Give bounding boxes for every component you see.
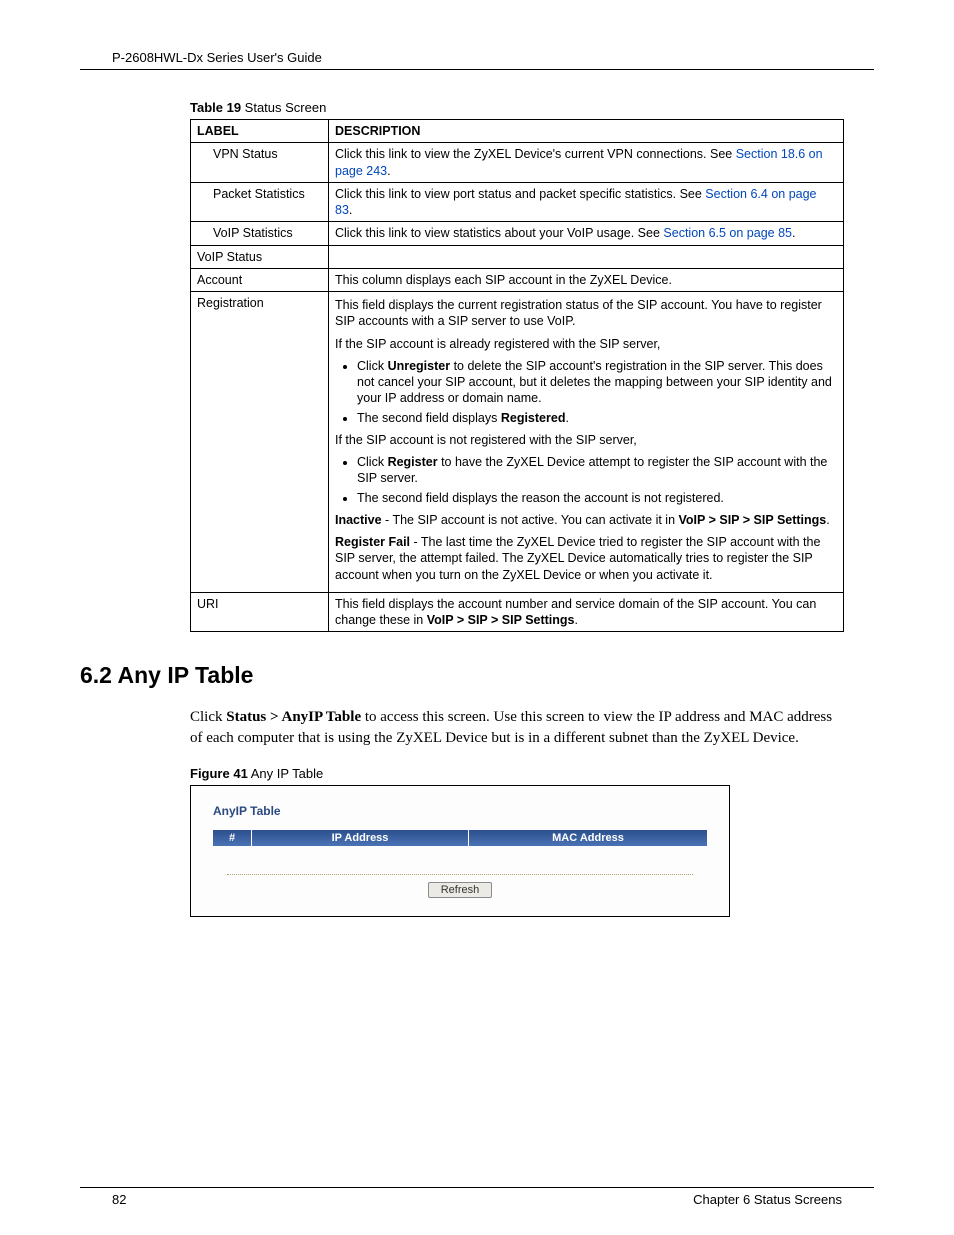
table-row: Registration This field displays the cur…	[191, 292, 844, 593]
table-row: URI This field displays the account numb…	[191, 592, 844, 632]
section-heading-6-2: 6.2 Any IP Table	[80, 662, 874, 689]
text-bold: VoIP > SIP > SIP Settings	[427, 613, 575, 627]
table-row: VPN Status Click this link to view the Z…	[191, 143, 844, 183]
list-item: The second field displays Registered.	[357, 410, 837, 426]
text-bold: Register Fail	[335, 535, 410, 549]
page-number: 82	[112, 1192, 126, 1207]
text: The second field displays	[357, 411, 501, 425]
page: P-2608HWL-Dx Series User's Guide Table 1…	[0, 0, 954, 1235]
status-table: LABEL DESCRIPTION VPN Status Click this …	[190, 119, 844, 632]
text: .	[565, 411, 568, 425]
list-item: The second field displays the reason the…	[357, 490, 837, 506]
text: Inactive - The SIP account is not active…	[335, 512, 837, 528]
table-row: Account This column displays each SIP ac…	[191, 268, 844, 291]
text: Click this link to view statistics about…	[335, 226, 663, 240]
col-number-header: #	[213, 830, 252, 846]
figure41-caption-rest: Any IP Table	[248, 766, 323, 781]
text: .	[792, 226, 795, 240]
desc-voip-statistics: Click this link to view statistics about…	[329, 222, 844, 245]
text-bold: Unregister	[388, 359, 451, 373]
refresh-row: Refresh	[213, 881, 707, 898]
col-desc-header: DESCRIPTION	[329, 120, 844, 143]
list: Click Unregister to delete the SIP accou…	[335, 358, 837, 426]
text-bold: Inactive	[335, 513, 382, 527]
text: .	[575, 613, 578, 627]
list-item: Click Unregister to delete the SIP accou…	[357, 358, 837, 407]
table-row: VoIP Status	[191, 245, 844, 268]
anyip-header-row: # IP Address MAC Address	[213, 830, 707, 846]
text: Click this link to view port status and …	[335, 187, 705, 201]
desc-vpn-status: Click this link to view the ZyXEL Device…	[329, 143, 844, 183]
page-header-title: P-2608HWL-Dx Series User's Guide	[112, 50, 874, 65]
col-mac-address-header: MAC Address	[469, 830, 707, 846]
desc-packet-statistics: Click this link to view port status and …	[329, 182, 844, 222]
text: If the SIP account is already registered…	[335, 336, 837, 352]
text: .	[349, 203, 352, 217]
text-bold: Status > AnyIP Table	[226, 709, 361, 725]
content: Table 19 Status Screen LABEL DESCRIPTION…	[190, 100, 844, 632]
table19-caption-bold: Table 19	[190, 100, 241, 115]
text-bold: Registered	[501, 411, 566, 425]
page-footer-row: 82 Chapter 6 Status Screens	[80, 1192, 874, 1207]
text: Click	[357, 359, 388, 373]
table19-caption: Table 19 Status Screen	[190, 100, 844, 115]
list: Click Register to have the ZyXEL Device …	[335, 454, 837, 506]
text: Click this link to view the ZyXEL Device…	[335, 147, 736, 161]
text-bold: Register	[388, 455, 438, 469]
label-account: Account	[191, 268, 329, 291]
desc-registration: This field displays the current registra…	[329, 292, 844, 593]
text: .	[826, 513, 829, 527]
chapter-title: Chapter 6 Status Screens	[693, 1192, 842, 1207]
col-ip-address-header: IP Address	[252, 830, 469, 846]
dotted-separator	[227, 874, 693, 875]
label-registration: Registration	[191, 292, 329, 593]
table19-caption-rest: Status Screen	[241, 100, 326, 115]
table-header-row: LABEL DESCRIPTION	[191, 120, 844, 143]
figure41-caption: Figure 41 Any IP Table	[190, 766, 844, 781]
text: Click	[357, 455, 388, 469]
text: This field displays the current registra…	[335, 297, 837, 330]
text-bold: VoIP > SIP > SIP Settings	[679, 513, 827, 527]
section-body-wrap: Click Status > AnyIP Table to access thi…	[190, 707, 844, 917]
table-row: Packet Statistics Click this link to vie…	[191, 182, 844, 222]
text: Click	[190, 709, 226, 725]
figure41-caption-bold: Figure 41	[190, 766, 248, 781]
desc-account: This column displays each SIP account in…	[329, 268, 844, 291]
anyip-panel-title: AnyIP Table	[213, 804, 707, 818]
list-item: Click Register to have the ZyXEL Device …	[357, 454, 837, 487]
text: .	[387, 164, 390, 178]
page-footer-rule	[80, 1187, 874, 1188]
anyip-table-panel: AnyIP Table # IP Address MAC Address Ref…	[190, 785, 730, 917]
page-header-rule	[80, 69, 874, 70]
label-packet-statistics: Packet Statistics	[191, 182, 329, 222]
label-uri: URI	[191, 592, 329, 632]
col-label-header: LABEL	[191, 120, 329, 143]
label-voip-statistics: VoIP Statistics	[191, 222, 329, 245]
text: - The SIP account is not active. You can…	[382, 513, 679, 527]
link-section-6-5[interactable]: Section 6.5 on page 85	[663, 226, 792, 240]
desc-voip-status	[329, 245, 844, 268]
text: Register Fail - The last time the ZyXEL …	[335, 534, 837, 583]
text: If the SIP account is not registered wit…	[335, 432, 837, 448]
section-body: Click Status > AnyIP Table to access thi…	[190, 707, 844, 748]
refresh-button[interactable]: Refresh	[428, 882, 493, 898]
table-row: VoIP Statistics Click this link to view …	[191, 222, 844, 245]
page-footer: 82 Chapter 6 Status Screens	[80, 1187, 874, 1207]
desc-uri: This field displays the account number a…	[329, 592, 844, 632]
label-vpn-status: VPN Status	[191, 143, 329, 183]
label-voip-status: VoIP Status	[191, 245, 329, 268]
